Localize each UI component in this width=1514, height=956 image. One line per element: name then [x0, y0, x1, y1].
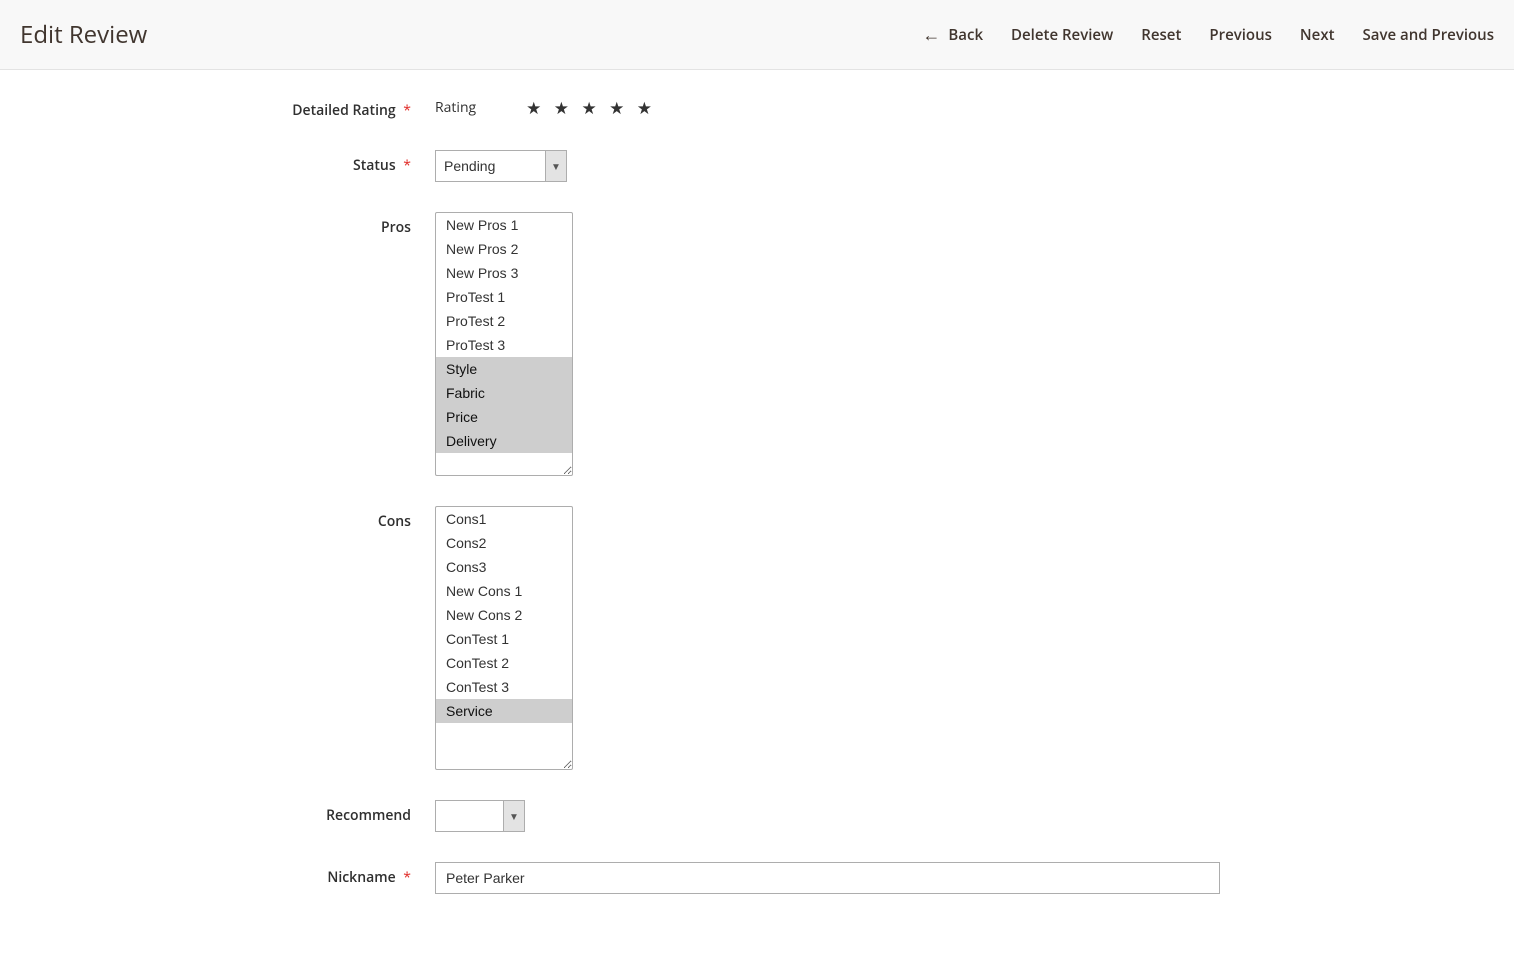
cons-select-option[interactable]: Cons3: [436, 555, 572, 579]
cons-select-option[interactable]: New Cons 1: [436, 579, 572, 603]
row-nickname: Nickname *: [0, 862, 1514, 894]
delete-review-button[interactable]: Delete Review: [1011, 25, 1113, 45]
pros-label: Pros: [0, 212, 435, 237]
pros-select-option[interactable]: Style: [436, 357, 572, 381]
chevron-down-icon[interactable]: ▼: [503, 800, 525, 832]
pros-select-option[interactable]: ProTest 3: [436, 333, 572, 357]
cons-select-option[interactable]: New Cons 2: [436, 603, 572, 627]
cons-label: Cons: [0, 506, 435, 531]
rating-label: Rating: [435, 95, 476, 117]
pros-select-option[interactable]: ProTest 1: [436, 285, 572, 309]
pros-select-option[interactable]: Price: [436, 405, 572, 429]
recommend-select-wrap: ▼: [435, 800, 525, 832]
pros-select-option[interactable]: New Pros 3: [436, 261, 572, 285]
nickname-input[interactable]: [435, 862, 1220, 894]
cons-select-option[interactable]: Cons1: [436, 507, 572, 531]
recommend-label: Recommend: [0, 800, 435, 825]
pros-select-option[interactable]: New Pros 2: [436, 237, 572, 261]
cons-select-option[interactable]: ConTest 3: [436, 675, 572, 699]
status-label: Status *: [0, 150, 435, 175]
row-recommend: Recommend ▼: [0, 800, 1514, 832]
cons-select-option[interactable]: Cons2: [436, 531, 572, 555]
status-select[interactable]: Pending: [435, 150, 545, 182]
chevron-down-icon[interactable]: ▼: [545, 150, 567, 182]
cons-select-option[interactable]: ConTest 1: [436, 627, 572, 651]
required-asterisk: *: [403, 101, 411, 120]
save-and-previous-button[interactable]: Save and Previous: [1363, 25, 1494, 45]
row-cons: Cons Cons1Cons2Cons3New Cons 1New Cons 2…: [0, 506, 1514, 770]
nickname-label: Nickname *: [0, 862, 435, 887]
next-button[interactable]: Next: [1300, 25, 1335, 45]
pros-select-option[interactable]: ProTest 2: [436, 309, 572, 333]
pros-multiselect[interactable]: New Pros 1New Pros 2New Pros 3ProTest 1P…: [435, 212, 573, 476]
cons-select-option[interactable]: ConTest 2: [436, 651, 572, 675]
detailed-rating-label: Detailed Rating *: [0, 95, 435, 120]
required-asterisk: *: [403, 156, 411, 175]
pros-select-option[interactable]: Delivery: [436, 429, 572, 453]
row-pros: Pros New Pros 1New Pros 2New Pros 3ProTe…: [0, 212, 1514, 476]
form-area: Detailed Rating * Rating ★ ★ ★ ★ ★ Statu…: [0, 70, 1514, 954]
status-select-wrap: Pending ▼: [435, 150, 567, 182]
page-header: Edit Review ← Back Delete Review Reset P…: [0, 0, 1514, 70]
row-detailed-rating: Detailed Rating * Rating ★ ★ ★ ★ ★: [0, 95, 1514, 120]
pros-select-option[interactable]: New Pros 1: [436, 213, 572, 237]
pros-select-option[interactable]: Fabric: [436, 381, 572, 405]
arrow-left-icon: ←: [922, 23, 940, 47]
back-button[interactable]: ← Back: [922, 23, 983, 47]
page-title: Edit Review: [20, 18, 147, 51]
cons-select-option[interactable]: Service: [436, 699, 572, 723]
reset-button[interactable]: Reset: [1141, 25, 1181, 45]
required-asterisk: *: [403, 868, 411, 887]
recommend-select[interactable]: [435, 800, 503, 832]
previous-button[interactable]: Previous: [1209, 25, 1272, 45]
row-status: Status * Pending ▼: [0, 150, 1514, 182]
header-actions: ← Back Delete Review Reset Previous Next…: [922, 23, 1494, 47]
star-rating[interactable]: ★ ★ ★ ★ ★: [526, 95, 656, 119]
back-label: Back: [948, 25, 983, 45]
cons-multiselect[interactable]: Cons1Cons2Cons3New Cons 1New Cons 2ConTe…: [435, 506, 573, 770]
